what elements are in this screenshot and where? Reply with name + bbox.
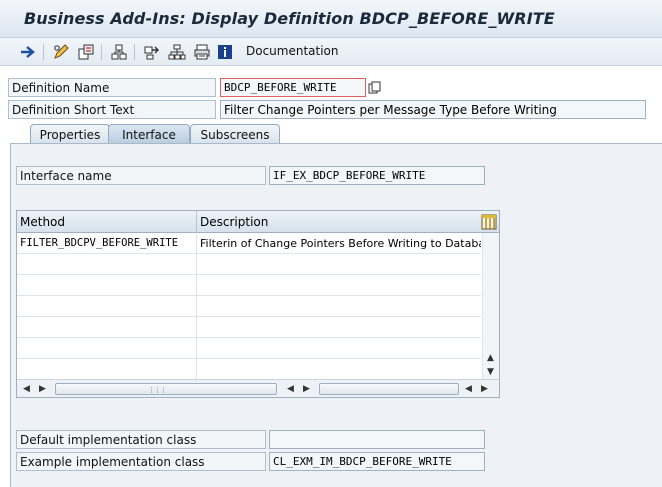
example-class-label: Example implementation class	[20, 455, 205, 469]
info-icon[interactable]	[215, 42, 235, 62]
definition-name-field[interactable]: BDCP_BEFORE_WRITE	[220, 78, 366, 97]
application-toolbar: Documentation	[0, 38, 662, 66]
scroll-left-icon[interactable]: ◀	[465, 384, 472, 394]
hierarchy-icon[interactable]	[109, 42, 129, 62]
table-row[interactable]	[17, 359, 481, 380]
short-text-field[interactable]: Filter Change Pointers per Message Type …	[220, 100, 646, 119]
table-row[interactable]	[17, 296, 481, 317]
table-row[interactable]	[17, 275, 481, 296]
copy-icon[interactable]	[366, 78, 382, 96]
vertical-scrollbar[interactable]: ▲ ▼	[482, 233, 499, 379]
scroll-right-icon[interactable]: ▶	[39, 384, 46, 394]
grip-icon: ⋮⋮⋮	[148, 386, 167, 394]
table-header: Method Description	[17, 211, 499, 233]
scroll-down-icon[interactable]: ▼	[487, 367, 494, 377]
layout-settings-icon[interactable]	[480, 212, 498, 231]
pencil-display-icon[interactable]	[51, 42, 71, 62]
methods-table: Method Description FILTER_BDCPV_BEFORE_W…	[16, 210, 500, 398]
printer-icon[interactable]	[192, 42, 212, 62]
column-header-description[interactable]: Description	[197, 211, 479, 233]
table-row[interactable]: FILTER_BDCPV_BEFORE_WRITE Filterin of Ch…	[17, 233, 481, 254]
toolbar-separator	[43, 44, 44, 60]
tab-interface[interactable]: Interface	[108, 124, 190, 144]
short-text-label: Definition Short Text	[12, 103, 135, 117]
table-row[interactable]	[17, 338, 481, 359]
horizontal-scroll-thumb[interactable]: ⋮⋮⋮	[55, 383, 277, 395]
toolbar-separator	[134, 44, 135, 60]
scroll-left-icon[interactable]: ◀	[23, 384, 30, 394]
scroll-right-icon[interactable]: ▶	[481, 384, 488, 394]
tab-strip: Properties Interface Subscreens	[0, 124, 662, 144]
where-used-icon[interactable]	[142, 42, 162, 62]
default-class-field[interactable]	[269, 430, 485, 449]
title-bar: Business Add-Ins: Display Definition BDC…	[0, 0, 662, 38]
table-row[interactable]	[17, 254, 481, 275]
definition-name-label: Definition Name	[12, 81, 110, 95]
table-row[interactable]	[17, 317, 481, 338]
documentation-button[interactable]: Documentation	[246, 44, 339, 58]
tab-properties[interactable]: Properties	[30, 124, 110, 144]
column-header-method[interactable]: Method	[17, 211, 197, 233]
example-class-field[interactable]: CL_EXM_IM_BDCP_BEFORE_WRITE	[269, 452, 485, 471]
tab-subscreens[interactable]: Subscreens	[190, 124, 280, 144]
scroll-up-icon[interactable]: ▲	[487, 353, 494, 363]
horizontal-scroll-track[interactable]	[319, 383, 459, 395]
default-class-label: Default implementation class	[20, 433, 197, 447]
scroll-left-icon[interactable]: ◀	[287, 384, 294, 394]
interface-name-field[interactable]: IF_EX_BDCP_BEFORE_WRITE	[269, 166, 485, 185]
window-title: Business Add-Ins: Display Definition BDC…	[24, 9, 555, 28]
method-cell: FILTER_BDCPV_BEFORE_WRITE	[17, 233, 197, 254]
tree-icon[interactable]	[167, 42, 187, 62]
object-list-icon[interactable]	[76, 42, 96, 62]
toolbar-separator	[101, 44, 102, 60]
horizontal-scrollbar[interactable]: ◀ ▶ ⋮⋮⋮ ◀ ▶ ◀ ▶	[17, 379, 499, 397]
description-cell: Filterin of Change Pointers Before Writi…	[200, 237, 481, 250]
scroll-right-icon[interactable]: ▶	[303, 384, 310, 394]
interface-name-label: Interface name	[20, 169, 112, 183]
back-arrow-icon[interactable]	[18, 42, 38, 62]
